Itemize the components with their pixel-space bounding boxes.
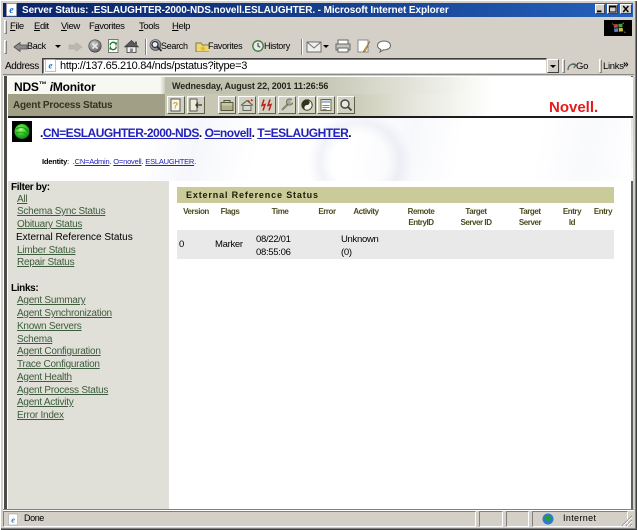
svg-text:?: ? [173,101,179,111]
svg-text:e: e [49,61,53,71]
svg-text:e: e [11,515,15,524]
svg-text:e: e [9,5,14,16]
